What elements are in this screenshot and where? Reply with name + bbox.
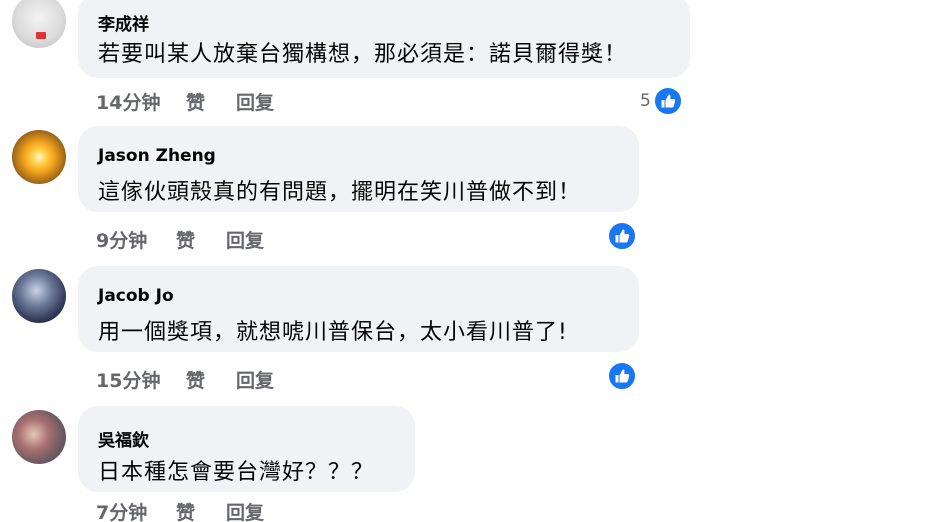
comment-text: 這傢伙頭殼真的有問題，擺明在笑川普做不到！ xyxy=(98,180,582,205)
avatar[interactable] xyxy=(12,410,66,464)
reply-button[interactable]: 回复 xyxy=(226,226,306,253)
comment-text: 用一個獎項，就想唬川普保台，太小看川普了! xyxy=(98,320,568,345)
avatar[interactable] xyxy=(12,269,66,323)
comment-author[interactable]: 吳福欽 xyxy=(98,426,149,451)
comment-timestamp[interactable]: 9分钟 xyxy=(96,226,176,253)
comment-bubble: 李成祥 若要叫某人放棄台獨構想，那必須是：諾貝爾得獎！ xyxy=(78,0,690,78)
comment-actions: 15分钟赞回复 xyxy=(96,366,316,393)
like-button[interactable]: 赞 xyxy=(186,366,236,393)
like-button[interactable]: 赞 xyxy=(176,498,226,522)
comment-text: 若要叫某人放棄台獨構想，那必須是：諾貝爾得獎！ xyxy=(98,42,628,67)
avatar[interactable] xyxy=(12,130,66,184)
like-button[interactable]: 赞 xyxy=(186,88,236,115)
like-button[interactable]: 赞 xyxy=(176,226,226,253)
comment-author[interactable]: Jacob Jo xyxy=(98,286,174,306)
comment-timestamp[interactable]: 7分钟 xyxy=(96,498,176,522)
avatar[interactable] xyxy=(12,0,66,48)
reaction-summary[interactable] xyxy=(607,361,637,391)
comment-timestamp[interactable]: 15分钟 xyxy=(96,366,186,393)
reaction-count: 5 xyxy=(640,91,651,111)
comment-bubble: Jacob Jo 用一個獎項，就想唬川普保台，太小看川普了! xyxy=(78,266,639,352)
thumbs-up-icon xyxy=(607,361,637,391)
flag-badge xyxy=(36,32,46,39)
comment-actions: 7分钟赞回复 xyxy=(96,498,306,522)
comment-bubble: Jason Zheng 這傢伙頭殼真的有問題，擺明在笑川普做不到！ xyxy=(78,126,639,212)
thumbs-up-icon xyxy=(607,221,637,251)
comment-timestamp[interactable]: 14分钟 xyxy=(96,88,186,115)
reply-button[interactable]: 回复 xyxy=(236,366,316,393)
comment-bubble: 吳福欽 日本種怎會要台灣好？？？ xyxy=(78,406,415,492)
reply-button[interactable]: 回复 xyxy=(236,88,316,115)
reaction-summary[interactable] xyxy=(607,221,637,251)
comment-actions: 9分钟赞回复 xyxy=(96,226,306,253)
comment-actions: 14分钟赞回复 xyxy=(96,88,316,115)
reply-button[interactable]: 回复 xyxy=(226,498,306,522)
comment-author[interactable]: 李成祥 xyxy=(98,10,149,35)
reaction-summary[interactable]: 5 xyxy=(640,86,683,116)
comment-text: 日本種怎會要台灣好？？？ xyxy=(98,460,375,485)
thumbs-up-icon xyxy=(652,86,683,116)
comment-author[interactable]: Jason Zheng xyxy=(98,146,216,166)
comment-thread: 李成祥 若要叫某人放棄台獨構想，那必須是：諾貝爾得獎！ 14分钟赞回复 5 Ja… xyxy=(0,0,940,522)
